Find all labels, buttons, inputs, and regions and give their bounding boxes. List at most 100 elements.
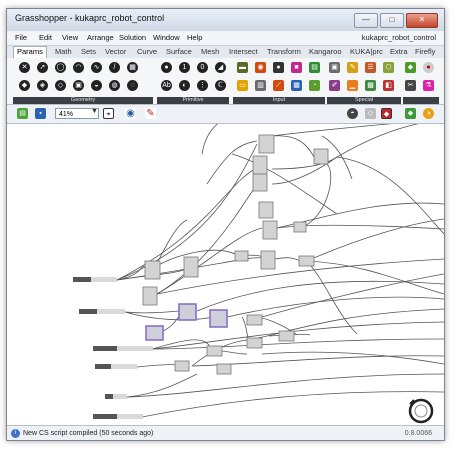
- selected-only-icon[interactable]: ◆: [405, 108, 416, 119]
- gh-component[interactable]: [142, 286, 158, 306]
- param-viewer-icon[interactable]: ☰: [365, 62, 376, 73]
- tab-intersect[interactable]: Intersect: [229, 47, 258, 56]
- gh-component[interactable]: [206, 345, 223, 357]
- input-slider[interactable]: [105, 394, 127, 399]
- tab-kangaroo[interactable]: Kangaroo: [309, 47, 342, 56]
- menu-arrange[interactable]: Arrange: [87, 33, 114, 42]
- gh-component[interactable]: [174, 360, 190, 372]
- toggle-input-icon[interactable]: ▬: [237, 62, 248, 73]
- circle-param-icon[interactable]: ◯: [55, 62, 66, 73]
- slider-input-icon[interactable]: ●: [273, 62, 284, 73]
- gh-component[interactable]: [293, 221, 307, 233]
- tab-vector[interactable]: Vector: [105, 47, 126, 56]
- gh-component[interactable]: [260, 250, 276, 270]
- text-param-icon[interactable]: Ab: [161, 80, 172, 91]
- preview-mode-icon[interactable]: ◓: [347, 108, 358, 119]
- gh-component[interactable]: [234, 250, 249, 262]
- canvas-graph[interactable]: [7, 124, 444, 425]
- gh-component[interactable]: [246, 314, 263, 326]
- preview-eye-icon[interactable]: ◉: [125, 108, 136, 119]
- gh-component[interactable]: [262, 220, 278, 240]
- gate-icon[interactable]: ◧: [383, 80, 394, 91]
- gh-component-selected[interactable]: [209, 309, 228, 328]
- gradient-icon[interactable]: ▤: [309, 62, 320, 73]
- sketch-icon[interactable]: ✐: [329, 80, 340, 91]
- close-button[interactable]: ✕: [406, 13, 438, 28]
- gh-component[interactable]: [144, 260, 161, 280]
- domain-param-icon[interactable]: ◢: [215, 62, 226, 73]
- tab-transform[interactable]: Transform: [267, 47, 301, 56]
- galapagos-icon[interactable]: ◆: [405, 62, 416, 73]
- input-slider[interactable]: [79, 309, 125, 314]
- gh-component[interactable]: [298, 255, 315, 267]
- surface-param-icon[interactable]: ◆: [19, 80, 30, 91]
- plane-param-icon[interactable]: ▦: [127, 62, 138, 73]
- gh-component[interactable]: [313, 148, 329, 165]
- input-slider[interactable]: [93, 346, 153, 351]
- path-param-icon[interactable]: ⋮: [197, 80, 208, 91]
- extra-tool-icon[interactable]: ✂: [405, 80, 416, 91]
- button-input-icon[interactable]: ◉: [255, 62, 266, 73]
- wireframe-icon[interactable]: ◇: [365, 108, 376, 119]
- cluster-icon[interactable]: ⬡: [383, 62, 394, 73]
- navigation-compass[interactable]: [408, 398, 434, 424]
- node-canvas[interactable]: [7, 124, 444, 425]
- gh-component[interactable]: [216, 363, 232, 375]
- input-slider[interactable]: [73, 277, 117, 282]
- field-param-icon[interactable]: ◌: [127, 80, 138, 91]
- minimize-button[interactable]: —: [354, 13, 378, 28]
- gh-component[interactable]: [252, 155, 268, 175]
- flask-icon[interactable]: ⚗: [423, 80, 434, 91]
- tab-firefly[interactable]: Firefly: [415, 47, 435, 56]
- tab-math[interactable]: Math: [55, 47, 72, 56]
- maximize-button[interactable]: □: [380, 13, 404, 28]
- value-list-icon[interactable]: ▥: [255, 80, 266, 91]
- graph-mapper-icon[interactable]: ⟋: [273, 80, 284, 91]
- gh-component-selected[interactable]: [178, 303, 197, 321]
- tab-mesh[interactable]: Mesh: [201, 47, 219, 56]
- shaded-preview-icon[interactable]: ◆: [381, 108, 392, 119]
- menu-help[interactable]: Help: [187, 33, 202, 42]
- boolean-param-icon[interactable]: ●: [161, 62, 172, 73]
- line-param-icon[interactable]: /: [109, 62, 120, 73]
- complex-param-icon[interactable]: ℂ: [215, 80, 226, 91]
- open-file-icon[interactable]: ▤: [17, 108, 28, 119]
- menu-file[interactable]: File: [15, 33, 27, 42]
- colour-swatch-icon[interactable]: ■: [291, 62, 302, 73]
- preview-quality-icon[interactable]: ◑: [423, 108, 434, 119]
- md-slider-icon[interactable]: ▦: [291, 80, 302, 91]
- gh-component[interactable]: [278, 330, 295, 342]
- vector-param-icon[interactable]: ➚: [37, 62, 48, 73]
- scribble-icon[interactable]: ✎: [347, 62, 358, 73]
- number-param-icon[interactable]: 0: [197, 62, 208, 73]
- box-param-icon[interactable]: ▣: [73, 80, 84, 91]
- zoom-extents-icon[interactable]: ⌖: [103, 108, 114, 119]
- firefly-icon[interactable]: ●: [423, 62, 434, 73]
- sketch-pen-icon[interactable]: ✎: [145, 108, 156, 119]
- panel-input-icon[interactable]: ▭: [237, 80, 248, 91]
- tab-sets[interactable]: Sets: [81, 47, 96, 56]
- gh-component[interactable]: [246, 337, 263, 349]
- image-sampler-icon[interactable]: ▩: [365, 80, 376, 91]
- control-knob-icon[interactable]: ◔: [309, 80, 320, 91]
- gh-component[interactable]: [183, 256, 199, 278]
- integer-param-icon[interactable]: 1: [179, 62, 190, 73]
- gh-component[interactable]: [258, 201, 274, 219]
- save-file-icon[interactable]: ▪: [35, 108, 46, 119]
- brep-param-icon[interactable]: ◈: [37, 80, 48, 91]
- menu-view[interactable]: View: [62, 33, 78, 42]
- gh-component[interactable]: [258, 134, 275, 154]
- point-param-icon[interactable]: ✕: [19, 62, 30, 73]
- title-bar[interactable]: Grasshopper - kukaprc_robot_control — □ …: [7, 9, 444, 31]
- arc-param-icon[interactable]: ◠: [73, 62, 84, 73]
- menu-window[interactable]: Window: [153, 33, 180, 42]
- tab-kukaprc[interactable]: KUKA|prc: [350, 47, 383, 56]
- input-slider[interactable]: [93, 414, 143, 419]
- quick-graph-icon[interactable]: ▁: [347, 80, 358, 91]
- tab-surface[interactable]: Surface: [166, 47, 192, 56]
- curve-param-icon[interactable]: ∿: [91, 62, 102, 73]
- group-param-icon[interactable]: ◍: [109, 80, 120, 91]
- input-slider[interactable]: [95, 364, 137, 369]
- mesh-param-icon[interactable]: ◇: [55, 80, 66, 91]
- chevron-down-icon[interactable]: ▼: [91, 108, 98, 115]
